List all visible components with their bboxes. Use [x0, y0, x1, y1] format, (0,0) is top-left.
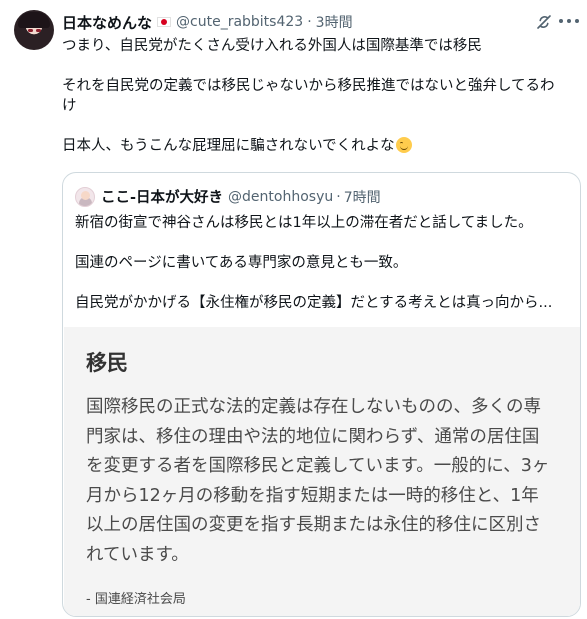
quoted-author-avatar	[75, 186, 95, 207]
image-body: 国際移民の正式な法的定義は存在しないものの、多くの専 門家は、移住の理由や法的地…	[86, 393, 571, 570]
quoted-post-header: ここ-日本が大好き @dentohhosyu · 7時間	[75, 186, 381, 207]
post-line: それを自民党の定義では移民じゃないから移民推進ではないと強弁してるわ	[62, 78, 555, 94]
winking-face-icon	[395, 137, 412, 153]
quoted-line: 自民党がかかげる【永住権が移民の定義】だとする考えとは真っ向から...	[75, 295, 553, 311]
quoted-author-handle: @dentohhosyu	[228, 188, 334, 205]
quoted-post[interactable]: ここ-日本が大好き @dentohhosyu · 7時間 新宿の街宣で神谷さんは…	[62, 172, 581, 617]
quoted-post-time: 7時間	[343, 189, 381, 206]
post-last-line: 日本人、もうこんな屁理屈に騙されないでくれよな	[62, 136, 582, 156]
more-options-icon[interactable]	[559, 19, 579, 25]
image-line: 以上の居住国の変更を指す長期または永住的移住に区別さ	[86, 515, 541, 535]
post-body: つまり、自民党がたくさん受け入れる外国人は国際基準では移民 それを自民党の定義で…	[62, 36, 582, 156]
post-time[interactable]: 3時間	[316, 12, 353, 32]
quoted-author-name: ここ-日本が大好き	[101, 190, 224, 206]
image-line: 門家は、移住の理由や法的地位に関わらず、通常の居住国	[86, 426, 540, 447]
post-line: つまり、自民党がたくさん受け入れる外国人は国際基準では移民	[62, 38, 482, 54]
post-header: 日本なめんな @cute_rabbits423 · 3時間	[62, 12, 527, 32]
separator: ·	[307, 14, 312, 30]
author-handle[interactable]: @cute_rabbits423	[176, 14, 303, 30]
image-title: 移民	[86, 351, 128, 375]
image-source: - 国連経済社会局	[86, 592, 186, 607]
quoted-post-image[interactable]: 移民 国際移民の正式な法的定義は存在しないものの、多くの専 門家は、移住の理由や…	[64, 327, 580, 616]
author-name[interactable]: 日本なめんな	[62, 12, 152, 33]
image-line: れています。	[86, 544, 189, 565]
image-line: を変更する者を国際移民と定義しています。一般的に、3ヶ	[86, 456, 550, 476]
image-line: 月から12ヶ月の移動を指す短期または一時的移住と、1年	[86, 485, 539, 506]
author-avatar[interactable]	[14, 10, 54, 50]
image-line: 国際移民の正式な法的定義は存在しないものの、多くの専	[86, 397, 541, 417]
quoted-post-body: 新宿の街宣で神谷さんは移民とは1年以上の滞在者だと話してました。 国連のページに…	[75, 213, 575, 313]
quoted-line: 新宿の街宣で神谷さんは移民とは1年以上の滞在者だと話してました。	[75, 215, 533, 231]
post-line: 日本人、もうこんな屁理屈に騙されないでくれよな	[62, 138, 395, 154]
japan-flag-icon	[157, 17, 172, 27]
quoted-line: 国連のページに書いてある専門家の意見とも一致。	[75, 255, 408, 271]
post-line: け	[62, 98, 77, 114]
grok-icon[interactable]	[535, 13, 553, 31]
separator: ·	[336, 188, 341, 205]
